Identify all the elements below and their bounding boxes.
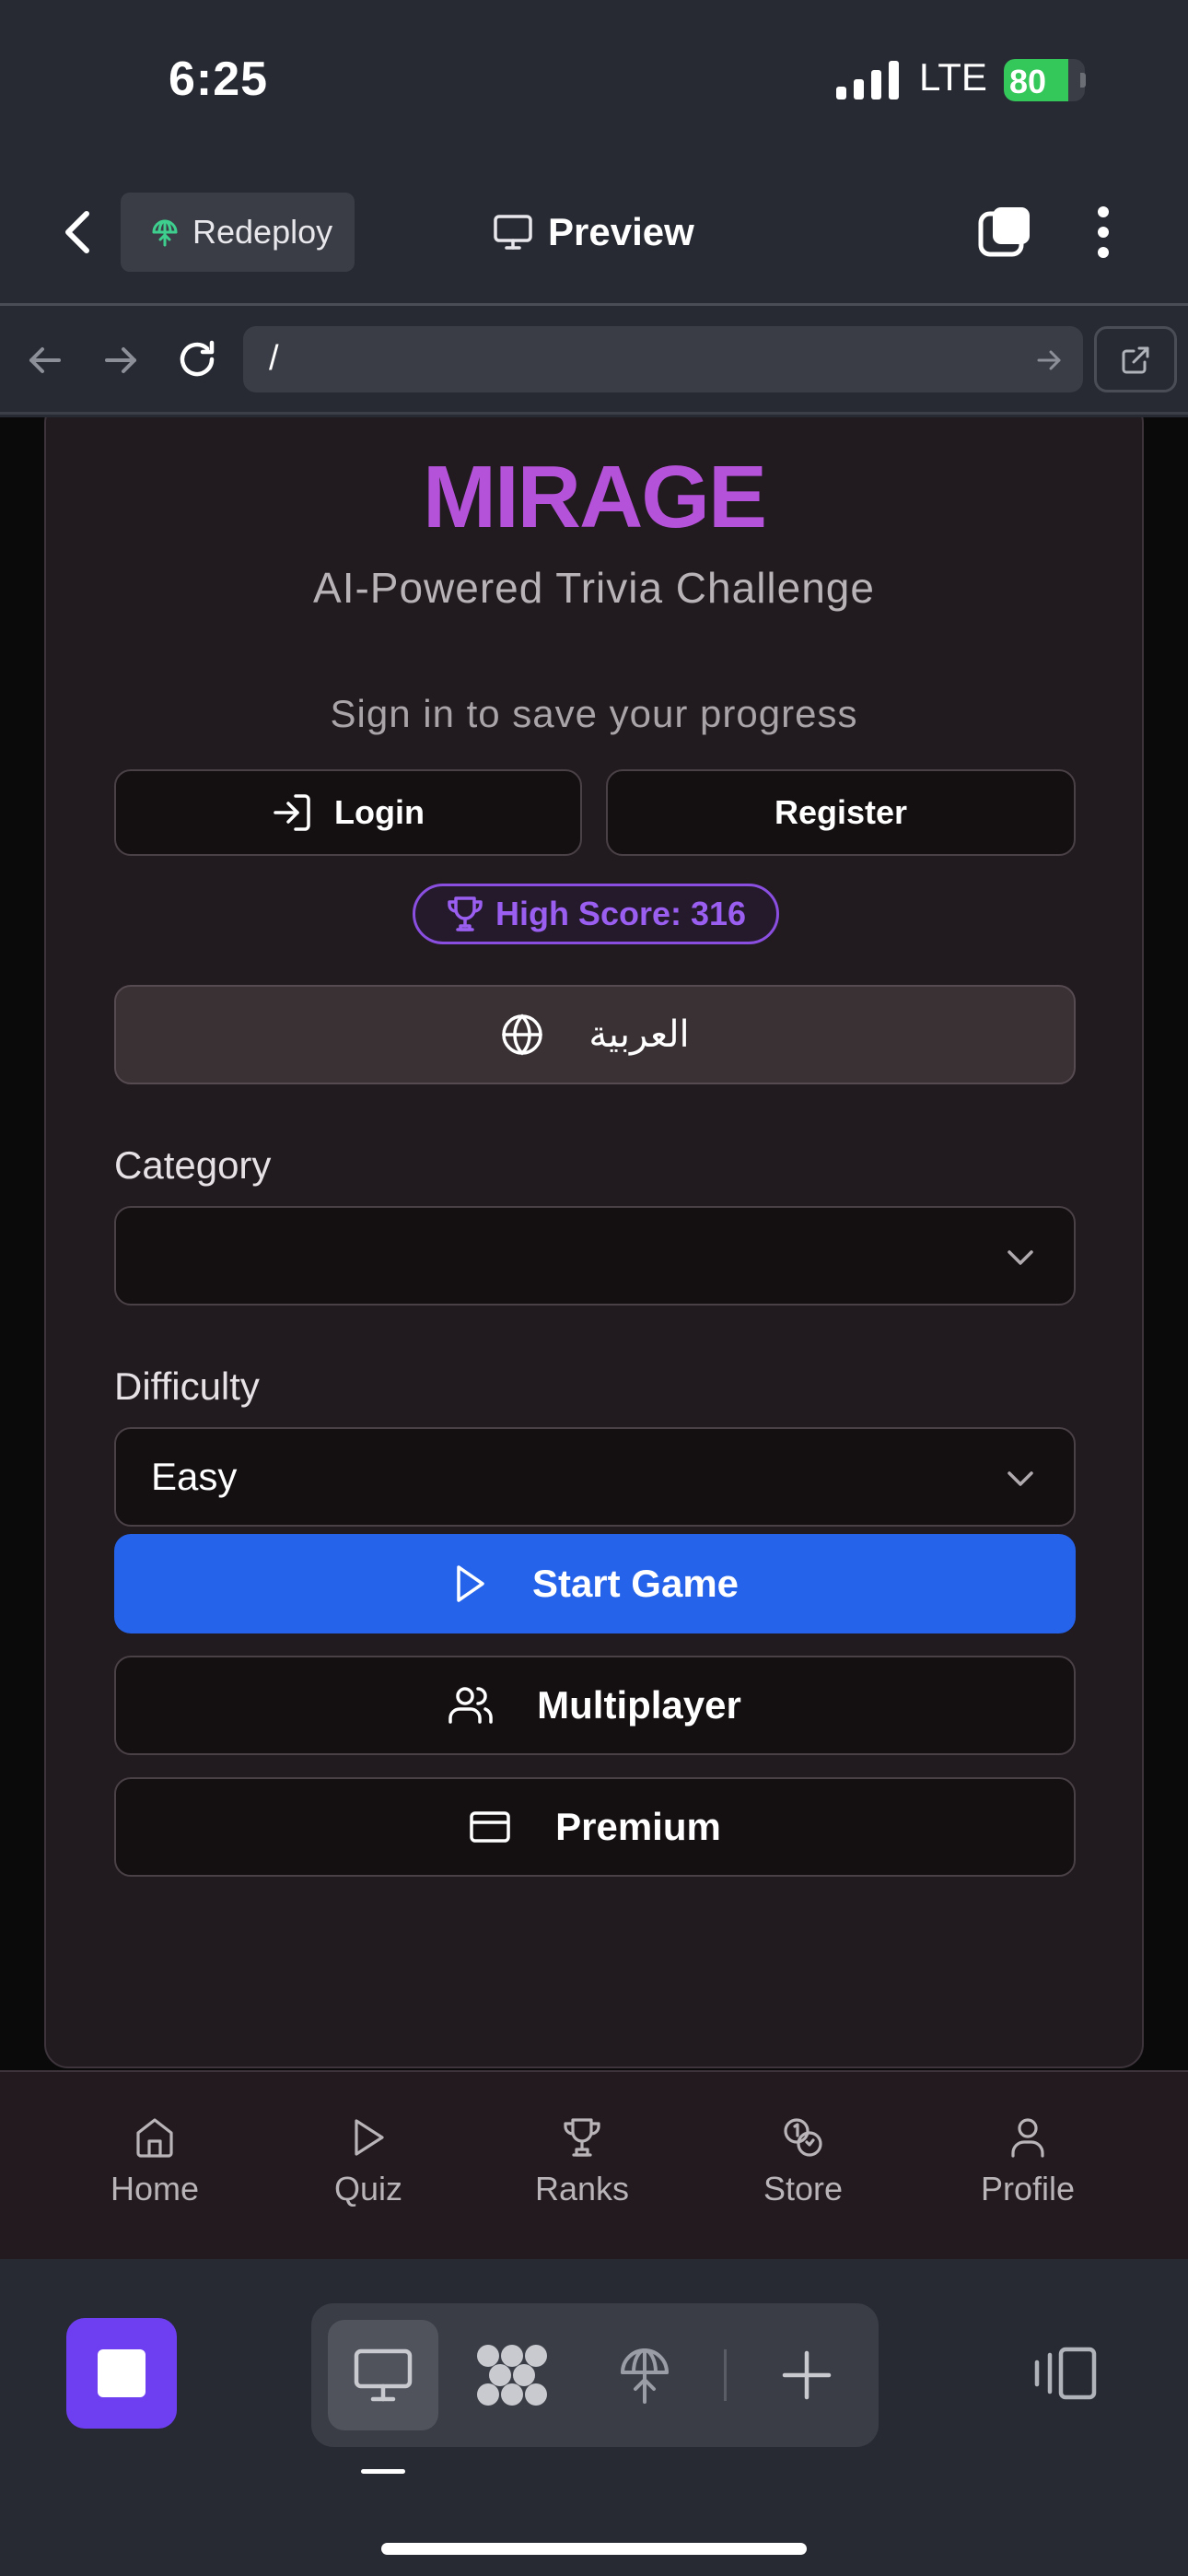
battery-cap xyxy=(1080,73,1086,88)
chevron-down-icon xyxy=(1006,1464,1035,1493)
external-link-icon xyxy=(1122,346,1149,374)
app-header: Redeploy Preview xyxy=(0,157,1188,304)
nav-label-home: Home xyxy=(110,2170,200,2207)
signin-prompt: Sign in to save your progress xyxy=(330,692,858,735)
view-mode-group xyxy=(311,2303,879,2447)
workflow-icon xyxy=(477,2345,547,2406)
login-icon xyxy=(272,792,312,833)
back-button[interactable] xyxy=(53,205,99,260)
web-content: MIRAGE AI-Powered Trivia Challenge Sign … xyxy=(0,417,1188,2070)
trophy-icon xyxy=(564,2118,600,2157)
preview-label: Preview xyxy=(548,210,694,253)
chevron-down-icon xyxy=(1006,1243,1035,1272)
bottom-nav: Home Quiz Ranks Store Profile xyxy=(0,2070,1188,2259)
browser-back-icon[interactable] xyxy=(26,341,64,380)
network-type: LTE xyxy=(919,55,987,99)
high-score-text: High Score: 316 xyxy=(495,895,747,932)
premium-label: Premium xyxy=(555,1805,721,1848)
deploy-view-button[interactable] xyxy=(589,2320,700,2430)
browser-bar: / xyxy=(0,306,1188,415)
start-game-button[interactable]: Start Game xyxy=(114,1534,1076,1633)
bottom-toolbar xyxy=(0,2259,1188,2576)
plus-icon xyxy=(782,2350,832,2400)
split-view-icon[interactable] xyxy=(1031,2346,1098,2401)
nav-label-profile: Profile xyxy=(980,2170,1076,2207)
register-label: Register xyxy=(774,793,908,831)
reload-icon[interactable] xyxy=(175,337,219,381)
high-score-badge: High Score: 316 xyxy=(413,884,779,944)
url-bar[interactable]: / xyxy=(243,326,1083,392)
user-icon xyxy=(1011,2118,1044,2158)
active-view-indicator xyxy=(361,2469,405,2474)
signal-icon xyxy=(836,61,899,100)
toolbar-divider xyxy=(724,2349,727,2401)
language-label: العربية xyxy=(588,1013,690,1056)
status-time: 6:25 xyxy=(169,53,269,106)
url-go-icon[interactable] xyxy=(1035,346,1063,374)
nav-label-quiz: Quiz xyxy=(333,2170,403,2207)
add-button[interactable] xyxy=(751,2320,862,2430)
desktop-view-button[interactable] xyxy=(328,2320,438,2430)
start-game-label: Start Game xyxy=(531,1562,740,1605)
difficulty-select[interactable]: Easy xyxy=(114,1427,1076,1527)
nav-label-store: Store xyxy=(763,2170,844,2207)
coins-icon xyxy=(784,2118,822,2157)
register-button[interactable]: Register xyxy=(606,769,1076,856)
category-select[interactable] xyxy=(114,1206,1076,1306)
open-external-button[interactable] xyxy=(1094,326,1177,392)
battery-percent: 80 xyxy=(1009,63,1047,100)
multiplayer-label: Multiplayer xyxy=(537,1683,741,1727)
app-subtitle: AI-Powered Trivia Challenge xyxy=(313,564,875,612)
category-label: Category xyxy=(114,1143,272,1187)
redeploy-button[interactable]: Redeploy xyxy=(121,193,355,272)
nav-item-store[interactable]: Store xyxy=(729,2116,877,2208)
status-bar: 6:25 LTE 80 xyxy=(0,0,1188,157)
home-icon xyxy=(136,2118,173,2158)
login-button[interactable]: Login xyxy=(114,769,582,856)
tabs-icon[interactable] xyxy=(978,205,1033,260)
main-card: MIRAGE AI-Powered Trivia Challenge Sign … xyxy=(44,417,1144,2068)
deploy-icon xyxy=(621,2348,669,2404)
nav-item-quiz[interactable]: Quiz xyxy=(295,2116,442,2208)
nav-item-profile[interactable]: Profile xyxy=(954,2116,1101,2208)
workflow-view-button[interactable] xyxy=(457,2320,567,2430)
nav-item-home[interactable]: Home xyxy=(81,2116,228,2208)
deploy-icon xyxy=(148,216,181,249)
redeploy-label: Redeploy xyxy=(192,213,333,251)
more-options-icon[interactable] xyxy=(1094,205,1112,260)
app-title: MIRAGE xyxy=(423,448,767,546)
globe-icon xyxy=(500,1013,544,1057)
play-icon xyxy=(355,2119,384,2156)
nav-item-ranks[interactable]: Ranks xyxy=(508,2116,656,2208)
monitor-icon xyxy=(493,214,533,251)
app-launcher-button[interactable] xyxy=(66,2318,177,2429)
url-text: / xyxy=(269,339,279,378)
users-icon xyxy=(448,1685,493,1726)
login-label: Login xyxy=(334,793,425,831)
battery-indicator: 80 xyxy=(1004,59,1085,101)
monitor-icon xyxy=(354,2348,413,2402)
trophy-icon xyxy=(446,895,484,933)
home-indicator[interactable] xyxy=(381,2543,807,2555)
multiplayer-button[interactable]: Multiplayer xyxy=(114,1656,1076,1755)
nav-label-ranks: Ranks xyxy=(534,2170,630,2207)
browser-forward-icon[interactable] xyxy=(101,341,140,380)
difficulty-label: Difficulty xyxy=(114,1364,260,1408)
difficulty-value: Easy xyxy=(151,1455,238,1498)
credit-card-icon xyxy=(469,1810,511,1844)
premium-button[interactable]: Premium xyxy=(114,1777,1076,1877)
preview-title: Preview xyxy=(493,205,694,260)
play-icon xyxy=(451,1563,488,1604)
language-toggle-button[interactable]: العربية xyxy=(114,985,1076,1084)
stop-icon xyxy=(98,2349,146,2397)
